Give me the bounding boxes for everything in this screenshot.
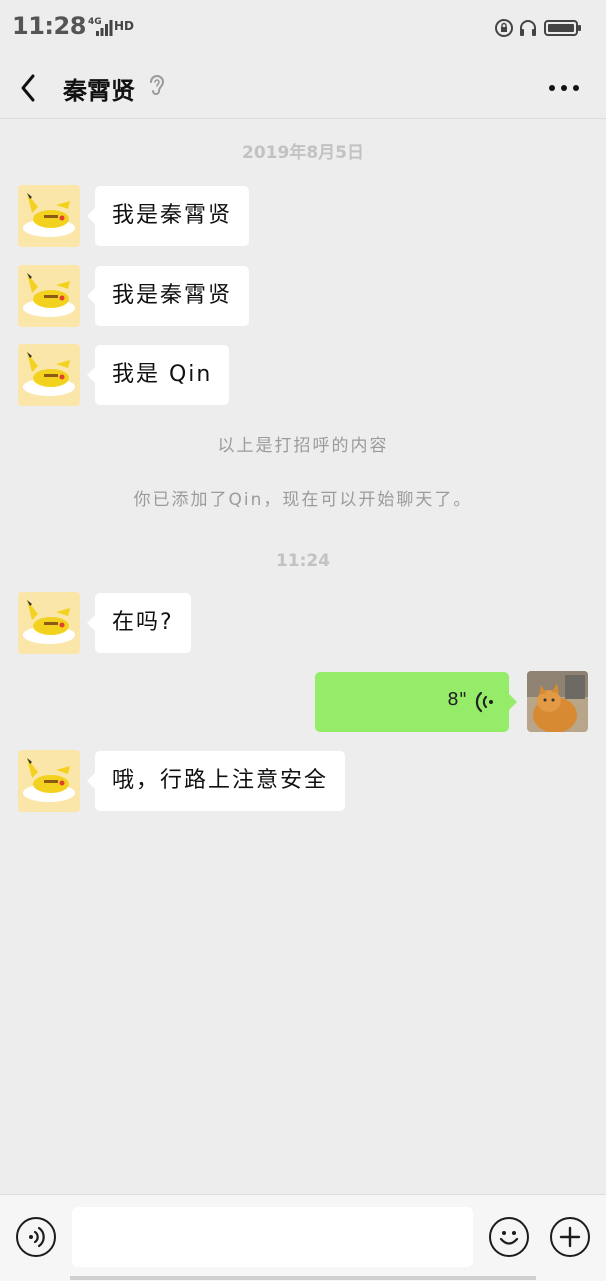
battery-icon bbox=[544, 20, 581, 36]
voice-wave-icon bbox=[475, 691, 493, 713]
more-dots-icon bbox=[549, 85, 579, 91]
time-stamp: 11:24 bbox=[275, 551, 331, 571]
bottom-strip bbox=[70, 1276, 536, 1280]
chat-header: 秦霄贤 bbox=[0, 58, 606, 119]
message-input[interactable] bbox=[72, 1207, 473, 1267]
back-button[interactable] bbox=[12, 66, 48, 110]
message-text: 哦，行路上注意安全 bbox=[112, 768, 329, 793]
message-bubble[interactable]: 我是秦霄贤 bbox=[86, 186, 250, 246]
pikachu-avatar-image bbox=[18, 592, 80, 654]
message-text: 我是 Qin bbox=[112, 362, 213, 387]
signal-icon bbox=[96, 20, 113, 36]
message-bubble[interactable]: 我是秦霄贤 bbox=[86, 266, 250, 326]
chevron-left-icon bbox=[21, 74, 35, 102]
pikachu-avatar-image bbox=[18, 265, 80, 327]
input-bar bbox=[0, 1194, 606, 1281]
message-text: 在吗? bbox=[112, 610, 174, 635]
hd-label: HD bbox=[114, 19, 135, 33]
contact-avatar[interactable] bbox=[18, 265, 80, 327]
system-message: 你已添加了Qin，现在可以开始聊天了。 bbox=[133, 490, 473, 510]
headphones-icon bbox=[520, 20, 536, 36]
contact-avatar[interactable] bbox=[18, 592, 80, 654]
system-message: 以上是打招呼的内容 bbox=[217, 436, 389, 456]
message-bubble[interactable]: 我是 Qin bbox=[86, 345, 230, 405]
pikachu-avatar-image bbox=[18, 750, 80, 812]
message-bubble[interactable]: 哦，行路上注意安全 bbox=[86, 751, 346, 811]
cat-avatar-image bbox=[527, 671, 588, 732]
voice-duration: 8" bbox=[447, 689, 467, 710]
more-options-button[interactable] bbox=[544, 70, 584, 106]
message-bubble[interactable]: 在吗? bbox=[87, 593, 191, 653]
voice-message-bubble[interactable]: 8" bbox=[315, 672, 517, 732]
ear-icon bbox=[150, 75, 165, 95]
lock-rotation-icon bbox=[495, 19, 513, 37]
pikachu-avatar-image bbox=[18, 344, 80, 406]
emoji-button[interactable] bbox=[489, 1217, 529, 1257]
chat-title: 秦霄贤 bbox=[63, 77, 135, 105]
status-bar: 11:28 4G HD bbox=[0, 0, 606, 58]
message-text: 我是秦霄贤 bbox=[112, 203, 233, 228]
date-timestamp: 2019年8月5日 bbox=[242, 143, 364, 163]
contact-avatar[interactable] bbox=[18, 750, 80, 812]
status-time: 11:28 bbox=[12, 12, 86, 40]
message-text: 我是秦霄贤 bbox=[112, 283, 233, 308]
voice-mode-button[interactable] bbox=[16, 1217, 56, 1257]
voice-mode-icon bbox=[28, 1226, 45, 1247]
emoji-icon bbox=[499, 1230, 518, 1245]
more-functions-button[interactable] bbox=[550, 1217, 590, 1257]
pikachu-avatar-image bbox=[18, 185, 80, 247]
plus-icon bbox=[559, 1226, 580, 1247]
contact-avatar[interactable] bbox=[18, 185, 80, 247]
self-avatar[interactable] bbox=[527, 671, 588, 732]
contact-avatar[interactable] bbox=[18, 344, 80, 406]
